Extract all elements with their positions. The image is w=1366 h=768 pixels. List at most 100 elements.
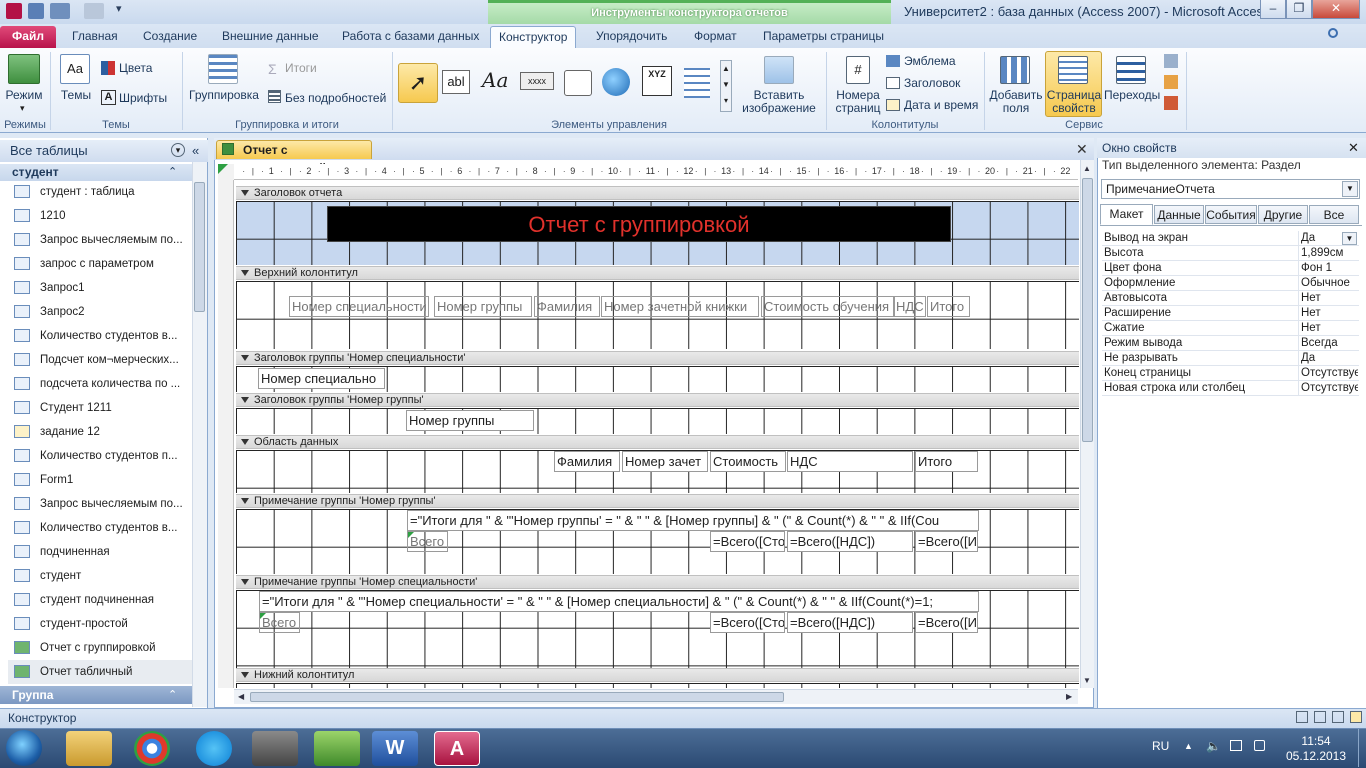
- group-footer-expression[interactable]: ="Итоги для " & "'Номер группы' = " & " …: [407, 510, 979, 531]
- insert-image-button[interactable]: Вставить изображение: [738, 89, 820, 115]
- add-fields-button[interactable]: Добавить поля: [986, 89, 1046, 115]
- totals-button[interactable]: Итоги: [285, 62, 317, 75]
- page-numbers-button[interactable]: Номера страниц: [832, 89, 884, 115]
- word-taskbar-icon[interactable]: W: [372, 731, 418, 766]
- show-desktop-button[interactable]: [1358, 729, 1366, 767]
- section-group-header-group[interactable]: Заголовок группы 'Номер группы': [236, 393, 1079, 407]
- close-properties-icon[interactable]: ✕: [1348, 140, 1359, 156]
- view-icon[interactable]: [8, 54, 40, 84]
- section-group-footer-group[interactable]: Примечание группы 'Номер группы': [236, 494, 1079, 508]
- tab-arrange[interactable]: Упорядочить: [588, 26, 675, 48]
- nav-item[interactable]: Подсчет ком¬мерческих...: [8, 348, 192, 372]
- field-cost[interactable]: Стоимость: [710, 451, 786, 472]
- close-doc-icon[interactable]: ✕: [1076, 141, 1088, 158]
- property-row[interactable]: Оформление Обычное: [1102, 276, 1359, 291]
- property-value[interactable]: 1,899см: [1298, 246, 1358, 260]
- nav-scroll-thumb[interactable]: [194, 182, 205, 312]
- undo-icon[interactable]: [50, 3, 70, 19]
- property-value[interactable]: Всегда: [1298, 336, 1358, 350]
- property-row[interactable]: Автовысота Нет: [1102, 291, 1359, 306]
- clock[interactable]: 11:54 05.12.2013: [1276, 734, 1356, 764]
- property-sheet-icon[interactable]: [1058, 56, 1088, 84]
- prop-tab-other[interactable]: Другие: [1258, 205, 1308, 224]
- tab-control-icon[interactable]: [564, 70, 592, 96]
- insert-image-icon[interactable]: [764, 56, 794, 84]
- spec-sum-total[interactable]: =Всего([И: [915, 612, 978, 633]
- grouping-icon[interactable]: [208, 54, 238, 84]
- report-view-icon[interactable]: [1296, 711, 1308, 723]
- scroll-left-icon[interactable]: ◀: [238, 692, 244, 701]
- date-time-button[interactable]: Дата и время: [904, 99, 978, 112]
- grouping-button[interactable]: Группировка: [188, 89, 260, 102]
- nav-item[interactable]: Form1: [8, 468, 192, 492]
- layout-view-icon[interactable]: [1332, 711, 1344, 723]
- save-icon[interactable]: [28, 3, 44, 19]
- close-window-button[interactable]: ✕: [1312, 0, 1360, 19]
- nav-group-header[interactable]: студент: [0, 164, 192, 181]
- property-row[interactable]: Цвет фона Фон 1: [1102, 261, 1359, 276]
- property-sheet-button[interactable]: Страница свойств: [1046, 89, 1102, 115]
- field-total[interactable]: Итого: [915, 451, 978, 472]
- section-page-footer[interactable]: Нижний колонтитул: [236, 668, 1079, 682]
- tab-page-setup[interactable]: Параметры страницы: [755, 26, 892, 48]
- nav-item[interactable]: запрос с параметром: [8, 252, 192, 276]
- tab-file[interactable]: Файл: [0, 26, 56, 48]
- nav-item[interactable]: 1210: [8, 204, 192, 228]
- section-report-header[interactable]: Заголовок отчета: [236, 186, 1079, 200]
- section-detail[interactable]: Область данных: [236, 435, 1079, 449]
- access-taskbar-icon[interactable]: A: [434, 731, 480, 766]
- themes-icon[interactable]: Aa: [60, 54, 90, 84]
- minimize-button[interactable]: –: [1260, 0, 1286, 19]
- app-taskbar-icon[interactable]: [252, 731, 298, 766]
- property-value[interactable]: Фон 1: [1298, 261, 1358, 275]
- nav-item[interactable]: студент-простой: [8, 612, 192, 636]
- textbox-control-icon[interactable]: abl: [442, 70, 470, 94]
- nav-item[interactable]: Запрос вычесляемым по...: [8, 228, 192, 252]
- group-sum-cost[interactable]: =Всего([Сто: [710, 531, 785, 552]
- game-taskbar-icon[interactable]: [314, 731, 360, 766]
- controls-gallery-scroll[interactable]: ▲ ▼ ▾: [720, 60, 732, 112]
- option-group-icon[interactable]: XYZ: [642, 66, 672, 96]
- property-value[interactable]: Обычное: [1298, 276, 1358, 290]
- prop-tab-all[interactable]: Все: [1309, 205, 1359, 224]
- subform-icon[interactable]: [1164, 54, 1178, 68]
- scroll-up-icon[interactable]: ▲: [1083, 164, 1091, 173]
- nav-item[interactable]: задание 12: [8, 420, 192, 444]
- report-title-label[interactable]: Отчет с группировкой: [327, 206, 951, 242]
- tab-create[interactable]: Создание: [135, 26, 205, 48]
- property-value[interactable]: Нет: [1298, 321, 1358, 335]
- help-icon[interactable]: [1328, 28, 1338, 38]
- field-vat[interactable]: НДС: [787, 451, 913, 472]
- nav-item[interactable]: Количество студентов в...: [8, 516, 192, 540]
- add-fields-icon[interactable]: [1000, 56, 1030, 84]
- nav-item[interactable]: Количество студентов п...: [8, 444, 192, 468]
- button-control-icon[interactable]: xxxx: [520, 72, 554, 90]
- skype-taskbar-icon[interactable]: [196, 731, 232, 766]
- nav-item[interactable]: Отчет табличный: [8, 660, 192, 684]
- tab-home[interactable]: Главная: [64, 26, 126, 48]
- doc-hscroll-thumb[interactable]: [250, 692, 784, 702]
- label-group-number[interactable]: Номер группы: [434, 296, 532, 317]
- maximize-button[interactable]: ❐: [1286, 0, 1312, 19]
- spec-sum-cost[interactable]: =Всего([Сто: [710, 612, 785, 633]
- report-selector-icon[interactable]: [218, 164, 228, 174]
- group-sum-vat[interactable]: =Всего([НДС]): [787, 531, 913, 552]
- field-group-number[interactable]: Номер группы: [406, 410, 534, 431]
- tab-order-button[interactable]: Переходы: [1104, 89, 1160, 102]
- section-group-footer-spec[interactable]: Примечание группы 'Номер специальности': [236, 575, 1079, 589]
- label-record-book[interactable]: Номер зачетной книжки: [601, 296, 759, 317]
- property-value[interactable]: Нет: [1298, 306, 1358, 320]
- property-row[interactable]: Расширение Нет: [1102, 306, 1359, 321]
- nav-group-collapse-icon[interactable]: ⌃: [168, 165, 177, 178]
- scroll-down-icon[interactable]: ▼: [1083, 676, 1091, 685]
- language-indicator[interactable]: RU: [1152, 739, 1169, 753]
- label-total[interactable]: Итого: [927, 296, 970, 317]
- property-row[interactable]: Не разрывать Да: [1102, 351, 1359, 366]
- label-surname[interactable]: Фамилия: [534, 296, 600, 317]
- nav-item[interactable]: подсчета количества по ...: [8, 372, 192, 396]
- nav-item[interactable]: студент: [8, 564, 192, 588]
- nav-collapse-icon[interactable]: «: [192, 143, 199, 158]
- property-value[interactable]: Отсутствует: [1298, 366, 1358, 380]
- selection-dropdown[interactable]: ПримечаниеОтчета: [1101, 179, 1360, 199]
- property-row[interactable]: Режим вывода Всегда: [1102, 336, 1359, 351]
